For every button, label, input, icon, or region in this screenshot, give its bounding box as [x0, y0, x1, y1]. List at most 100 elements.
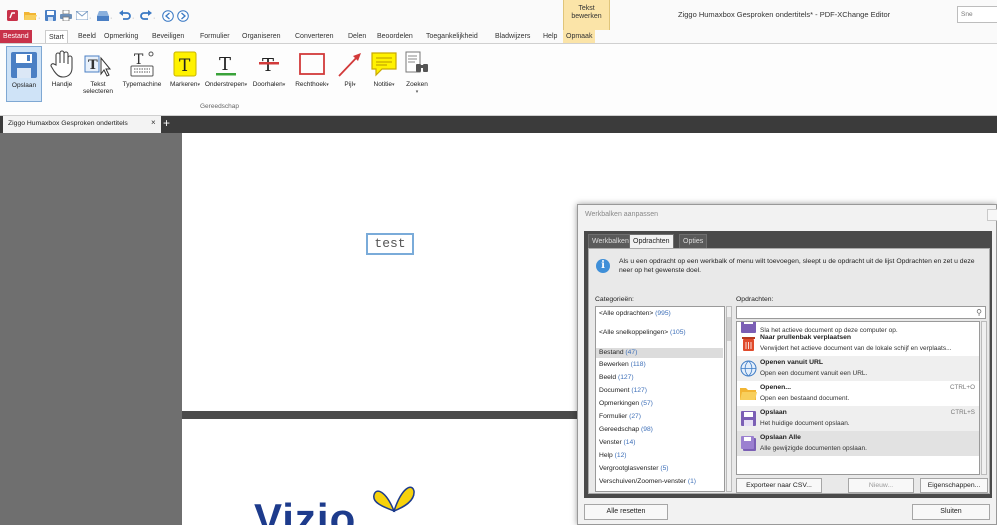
tab-opdrachten[interactable]: Opdrachten	[629, 234, 674, 248]
categories-scrollbar[interactable]	[726, 306, 732, 492]
tab-organiseren[interactable]: Organiseren	[242, 30, 281, 43]
typewriter-label: Typemachine	[122, 81, 162, 88]
category-count: (12)	[614, 452, 627, 459]
commands-scrollbar[interactable]	[981, 321, 987, 475]
rectangle-button[interactable]: Rechthoek▾	[290, 46, 334, 102]
tab-opmerking[interactable]: Opmerking	[104, 30, 138, 43]
tab-delen[interactable]: Delen	[348, 30, 366, 43]
reset-all-button[interactable]: Alle resetten	[584, 504, 668, 520]
open-folder-icon[interactable]	[24, 9, 37, 22]
text-select-label1: Tekst	[90, 81, 106, 88]
export-csv-button[interactable]: Exporteer naar CSV...	[736, 478, 822, 493]
save-icon[interactable]	[44, 9, 57, 22]
arrow-dropdown-icon[interactable]: ▾	[353, 82, 356, 88]
strikeout-icon: T	[259, 55, 279, 76]
tab-help[interactable]: Help	[543, 30, 557, 43]
arrow-icon	[338, 53, 361, 77]
hand-icon	[50, 50, 73, 78]
dialog-title: Werkbalken aanpassen	[585, 211, 659, 218]
list-item[interactable]: Venster (14)	[599, 439, 635, 446]
undo-icon[interactable]	[118, 9, 131, 22]
list-item[interactable]: Document (127)	[599, 387, 647, 394]
dropdown-arrow-icon[interactable]: ·	[153, 15, 155, 22]
search-dropdown-icon[interactable]: ▾	[416, 89, 419, 95]
underline-dropdown-icon[interactable]: ▾	[245, 82, 248, 88]
list-item[interactable]: Verschuiven/Zoomen-venster (1)	[599, 478, 696, 485]
typewriter-button[interactable]: T Typemachine	[118, 46, 166, 102]
dropdown-arrow-icon[interactable]: ·	[110, 15, 112, 22]
tab-beoordelen[interactable]: Beoordelen	[377, 30, 413, 43]
categories-list[interactable]: <Alle opdrachten> (995) <Alle snelkoppel…	[595, 306, 725, 492]
list-item-selected[interactable]: Bestand (47)	[596, 348, 723, 358]
command-desc: Het huidige document opslaan.	[760, 420, 850, 427]
tab-werkbalken[interactable]: Werkbalken	[588, 234, 633, 248]
commands-panel: i Als u een opdracht op een werkbalk of …	[588, 248, 990, 494]
document-tab[interactable]: Ziggo Humaxbox Gesproken ondertitels ×	[3, 116, 161, 133]
dropdown-arrow-icon[interactable]: ·	[132, 15, 134, 22]
highlight-label: Markeren	[170, 81, 198, 88]
underline-button[interactable]: T Onderstrepen▾	[204, 46, 248, 102]
tab-toegankelijkheid[interactable]: Toegankelijkheid	[426, 30, 478, 43]
tab-opties[interactable]: Opties	[679, 234, 708, 248]
save-button[interactable]: Opslaan	[6, 46, 42, 102]
hand-tool-button[interactable]: Handje	[46, 46, 78, 102]
scan-icon[interactable]	[96, 9, 109, 22]
category-name: Help	[599, 452, 613, 459]
tab-beeld[interactable]: Beeld	[78, 30, 96, 43]
tab-beveiligen[interactable]: Beveiligen	[152, 30, 184, 43]
highlight-dropdown-icon[interactable]: ▾	[197, 82, 200, 88]
list-item[interactable]: Bewerken (118)	[599, 361, 646, 368]
context-tab-header: Tekst bewerken	[563, 0, 610, 30]
dialog-close-icon[interactable]	[987, 209, 997, 221]
commands-list[interactable]: Sla het actieve document op deze compute…	[736, 321, 980, 475]
list-item[interactable]: <Alle opdrachten> (995)	[599, 310, 671, 317]
list-item[interactable]: Opslaan Alle Alle gewijzigde documenten …	[737, 431, 979, 456]
tab-start[interactable]: Start	[45, 30, 68, 43]
command-shortcut: CTRL+S	[950, 409, 975, 416]
search-input[interactable]: Sne	[957, 6, 997, 23]
list-item[interactable]: Opslaan CTRL+S Het huidige document opsl…	[737, 406, 979, 431]
new-tab-plus-icon[interactable]: +	[163, 117, 170, 129]
commands-search-input[interactable]: ⚲	[736, 306, 986, 319]
redo-icon[interactable]	[139, 9, 152, 22]
arrow-button[interactable]: Pijl▾	[336, 46, 364, 102]
back-icon[interactable]	[161, 9, 174, 22]
close-button[interactable]: Sluiten	[912, 504, 990, 520]
typewriter-text-annotation[interactable]: test	[366, 233, 414, 255]
list-item[interactable]: Formulier (27)	[599, 413, 641, 420]
forward-icon[interactable]	[176, 9, 189, 22]
list-item[interactable]: Openen vanuit URL Open een document vanu…	[737, 356, 979, 381]
list-item[interactable]: Opmerkingen (57)	[599, 400, 653, 407]
list-item[interactable]: Openen... CTRL+O Open een bestaand docum…	[737, 381, 979, 406]
list-item[interactable]: Naar prullenbak verplaatsen Verwijdert h…	[737, 331, 979, 356]
close-icon[interactable]: ×	[151, 118, 156, 127]
new-button[interactable]: Nieuw...	[848, 478, 914, 493]
scrollbar-thumb[interactable]	[727, 317, 731, 341]
dropdown-arrow-icon[interactable]: ·	[38, 15, 40, 22]
print-icon[interactable]	[59, 9, 72, 22]
list-item[interactable]: Beeld (127)	[599, 374, 634, 381]
tab-bestand[interactable]: Bestand	[0, 30, 32, 43]
rectangle-dropdown-icon[interactable]: ▾	[326, 82, 329, 88]
text-select-button[interactable]: T Tekst selecteren	[80, 46, 116, 102]
email-icon[interactable]	[75, 9, 88, 22]
tab-bladwijzers[interactable]: Bladwijzers	[495, 30, 530, 43]
highlight-button[interactable]: T Markeren▾	[168, 46, 202, 102]
list-item[interactable]: Gereedschap (98)	[599, 426, 653, 433]
note-button[interactable]: Notitie▾	[366, 46, 402, 102]
properties-button[interactable]: Eigenschappen...	[920, 478, 988, 493]
strikeout-dropdown-icon[interactable]: ▾	[283, 82, 286, 88]
note-dropdown-icon[interactable]: ▾	[392, 82, 395, 88]
tab-opmaak[interactable]: Opmaak	[563, 30, 596, 43]
search-button[interactable]: Zoeken ▾	[402, 46, 432, 102]
tab-formulier[interactable]: Formulier	[200, 30, 230, 43]
tab-converteren[interactable]: Converteren	[295, 30, 334, 43]
strikeout-button[interactable]: T Doorhalen▾	[250, 46, 288, 102]
dropdown-arrow-icon[interactable]: ·	[89, 15, 91, 22]
category-name: Bestand	[599, 349, 624, 356]
hand-tool-label: Handje	[51, 81, 73, 88]
list-item[interactable]: Help (12)	[599, 452, 627, 459]
category-count: (127)	[631, 387, 647, 394]
list-item[interactable]: <Alle snelkoppelingen> (105)	[599, 329, 686, 336]
list-item[interactable]: Vergrootglasvenster (5)	[599, 465, 669, 472]
